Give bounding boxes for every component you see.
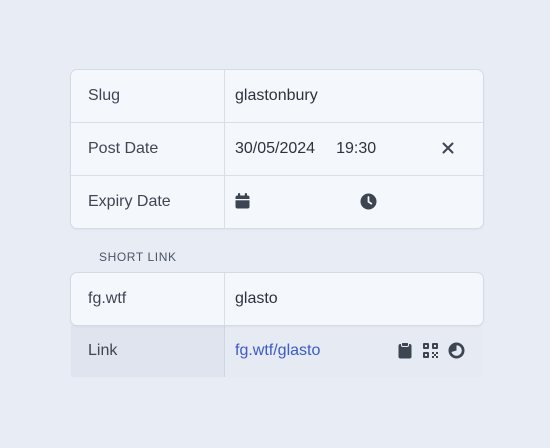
slug-input[interactable]: glastonbury: [225, 70, 483, 122]
post-date-field: 30/05/2024 19:30: [225, 123, 483, 175]
short-link-heading: SHORT LINK: [99, 250, 177, 264]
expiry-date-field: [225, 176, 483, 228]
clipboard-icon[interactable]: [398, 342, 412, 359]
link-row: Link fg.wtf/glasto: [71, 325, 482, 377]
short-link-row: fg.wtf glasto: [71, 273, 483, 325]
post-date-row: Post Date 30/05/2024 19:30: [71, 123, 483, 176]
qr-code-icon[interactable]: [423, 343, 438, 358]
clock-icon[interactable]: [360, 193, 377, 210]
post-date-input[interactable]: 30/05/2024: [235, 140, 315, 158]
slug-row: Slug glastonbury: [71, 70, 483, 123]
link-label: Link: [71, 325, 225, 377]
slug-label: Slug: [71, 70, 225, 122]
expiry-date-row: Expiry Date: [71, 176, 483, 228]
dates-card: Slug glastonbury Post Date 30/05/2024 19…: [70, 69, 484, 229]
post-time-input[interactable]: 19:30: [336, 140, 376, 158]
close-icon[interactable]: [441, 141, 455, 155]
short-link-url[interactable]: fg.wtf/glasto: [235, 342, 320, 360]
chart-icon[interactable]: [448, 342, 465, 359]
expiry-date-label: Expiry Date: [71, 176, 225, 228]
link-value: fg.wtf/glasto: [225, 325, 482, 377]
short-link-card: fg.wtf glasto: [70, 272, 484, 326]
short-link-input[interactable]: glasto: [225, 273, 483, 325]
short-link-domain[interactable]: fg.wtf: [71, 273, 225, 325]
post-date-label: Post Date: [71, 123, 225, 175]
calendar-icon[interactable]: [235, 193, 250, 209]
